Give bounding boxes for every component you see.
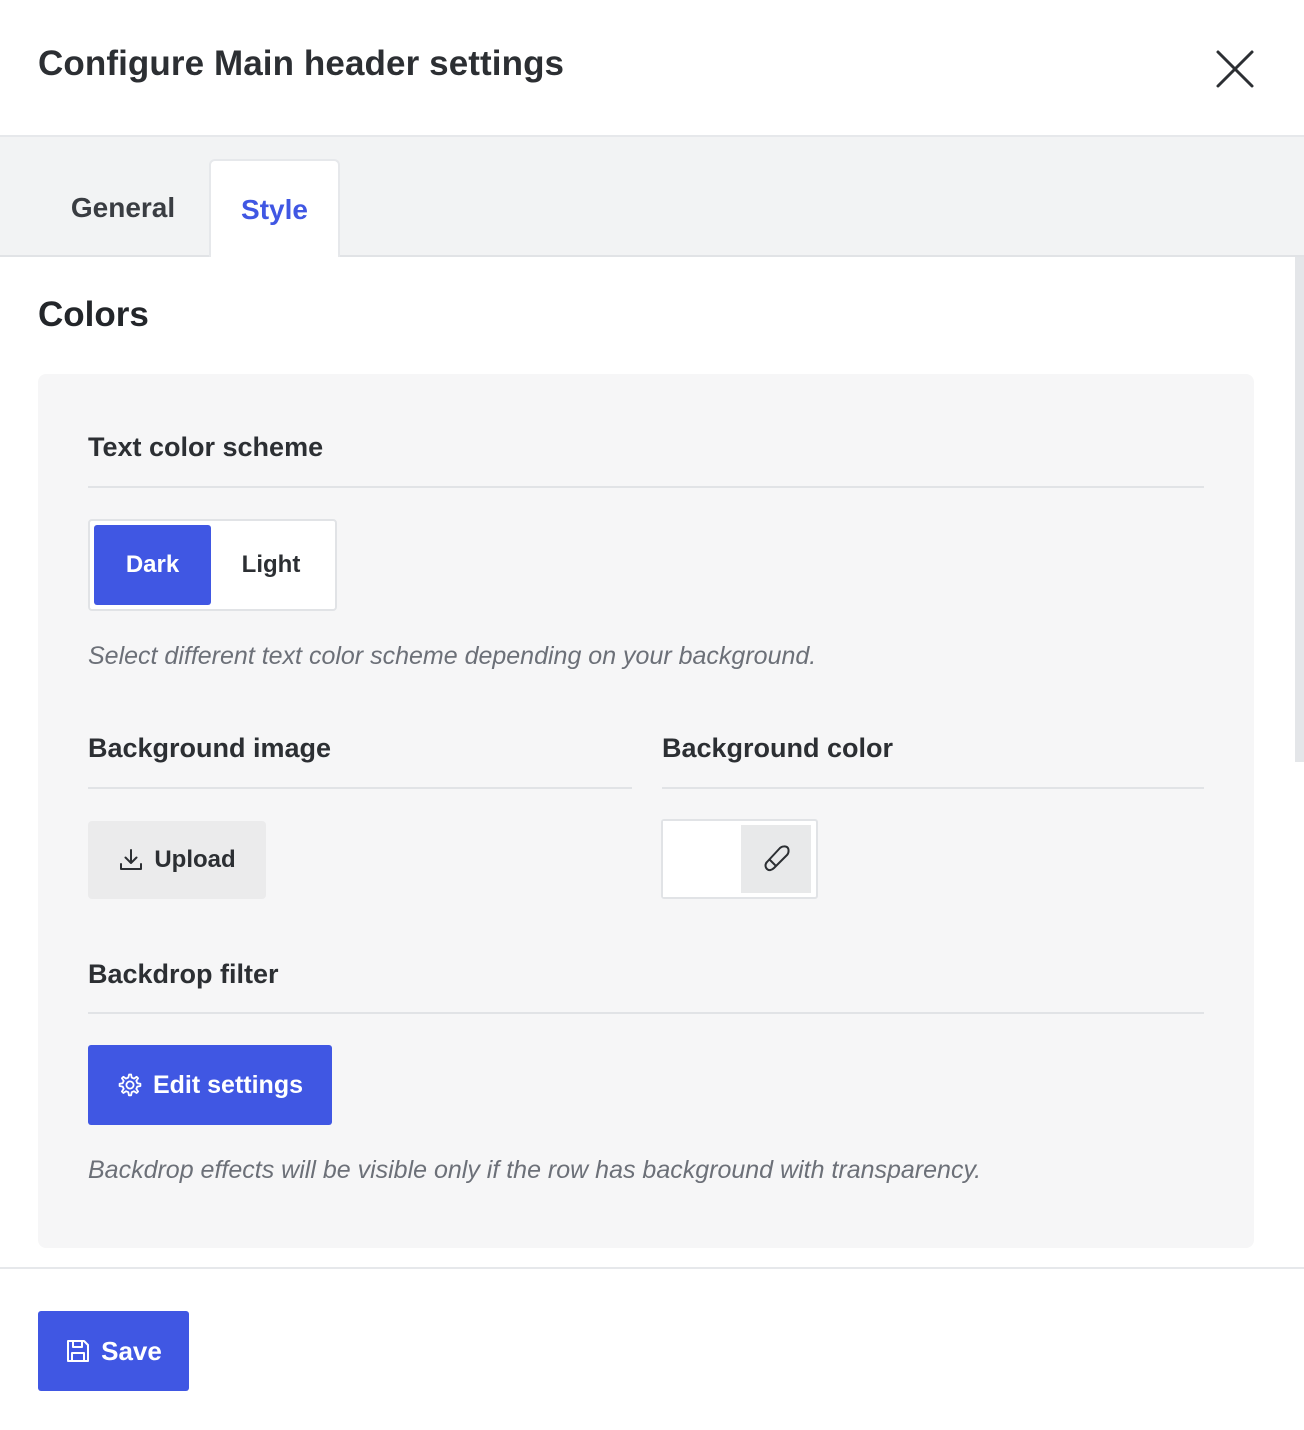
divider	[88, 1012, 1204, 1014]
scheme-option-light[interactable]: Light	[211, 525, 331, 605]
text-color-scheme-label: Text color scheme	[88, 432, 324, 462]
background-image-label: Background image	[88, 733, 332, 763]
settings-modal: Configure Main header settings General S…	[0, 0, 1304, 1430]
tab-style[interactable]: Style	[209, 159, 340, 259]
close-button[interactable]	[1210, 44, 1260, 94]
backdrop-filter-label: Backdrop filter	[88, 959, 279, 989]
section-title-colors: Colors	[38, 295, 149, 334]
save-button[interactable]: Save	[38, 1311, 189, 1391]
text-color-scheme-help: Select different text color scheme depen…	[88, 642, 817, 670]
edit-settings-button[interactable]: Edit settings	[88, 1045, 332, 1125]
upload-button[interactable]: Upload	[88, 821, 266, 899]
modal-footer: Save	[0, 1267, 1304, 1430]
color-swatch[interactable]	[663, 821, 741, 897]
gear-icon	[118, 1073, 142, 1097]
edit-settings-label: Edit settings	[152, 1070, 303, 1099]
modal-body: Colors Text color scheme Dark Light Sele…	[0, 257, 1304, 1267]
scrollbar[interactable]	[1295, 257, 1304, 762]
divider	[662, 787, 1204, 789]
divider	[88, 787, 632, 789]
text-color-scheme-toggle: Dark Light	[88, 519, 337, 611]
background-color-picker[interactable]	[661, 819, 818, 899]
modal-header: Configure Main header settings	[0, 0, 1304, 137]
floppy-disk-icon	[67, 1340, 90, 1362]
eyedropper-button[interactable]	[741, 825, 811, 893]
tab-general[interactable]: General	[38, 159, 208, 257]
backdrop-filter-help: Backdrop effects will be visible only if…	[88, 1156, 982, 1184]
close-icon	[1216, 50, 1254, 88]
tab-bar: General Style	[0, 137, 1304, 259]
colors-panel: Text color scheme Dark Light Select diff…	[38, 374, 1254, 1248]
background-color-label: Background color	[662, 733, 894, 763]
scheme-option-dark[interactable]: Dark	[94, 525, 211, 605]
upload-label: Upload	[154, 846, 236, 873]
save-label: Save	[101, 1335, 162, 1366]
modal-title: Configure Main header settings	[38, 44, 565, 83]
divider	[88, 486, 1204, 488]
download-icon	[120, 849, 143, 870]
eyedropper-icon	[764, 845, 790, 872]
